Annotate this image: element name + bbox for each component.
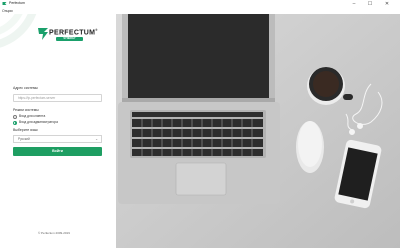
brand-tagline: SYNERGY — [56, 37, 83, 41]
chevron-down-icon: ⌄ — [95, 137, 98, 141]
language-select[interactable]: Русский ⌄ — [13, 135, 102, 143]
brand-name: PERFECTUM® — [49, 28, 98, 37]
radio-admin-label: Вход для администратора — [19, 120, 58, 124]
laptop — [118, 14, 280, 204]
login-panel: PERFECTUM® SYNERGY Адрес системы https:/… — [0, 14, 116, 248]
logo-icon — [38, 28, 48, 40]
mouse — [296, 121, 324, 173]
title-bar: Perfectum – ☐ ✕ — [0, 0, 400, 8]
app-icon — [2, 2, 7, 5]
window-title: Perfectum — [9, 1, 25, 5]
radio-client[interactable] — [13, 114, 17, 119]
address-label: Адрес системы — [13, 86, 38, 90]
address-input[interactable]: https://ip-perfectum-server — [13, 94, 102, 102]
radio-client-label: Вход для клиента — [19, 114, 46, 118]
close-button[interactable]: ✕ — [381, 0, 393, 8]
desk-photo — [116, 14, 400, 248]
radio-admin[interactable] — [13, 120, 17, 125]
desk-illustration — [116, 14, 400, 248]
mode-label: Режим системы — [13, 108, 39, 112]
copyright: © Perfectum 2009-2019 — [38, 231, 70, 235]
address-placeholder: https://ip-perfectum-server — [18, 96, 56, 100]
maximize-button[interactable]: ☐ — [364, 0, 376, 8]
login-button-label: Войти — [52, 149, 63, 153]
minimize-button[interactable]: – — [348, 0, 360, 8]
login-button[interactable]: Войти — [13, 147, 102, 156]
language-value: Русский — [18, 137, 30, 141]
language-label: Выберите язык — [13, 128, 38, 132]
decorative-arcs — [0, 14, 37, 48]
